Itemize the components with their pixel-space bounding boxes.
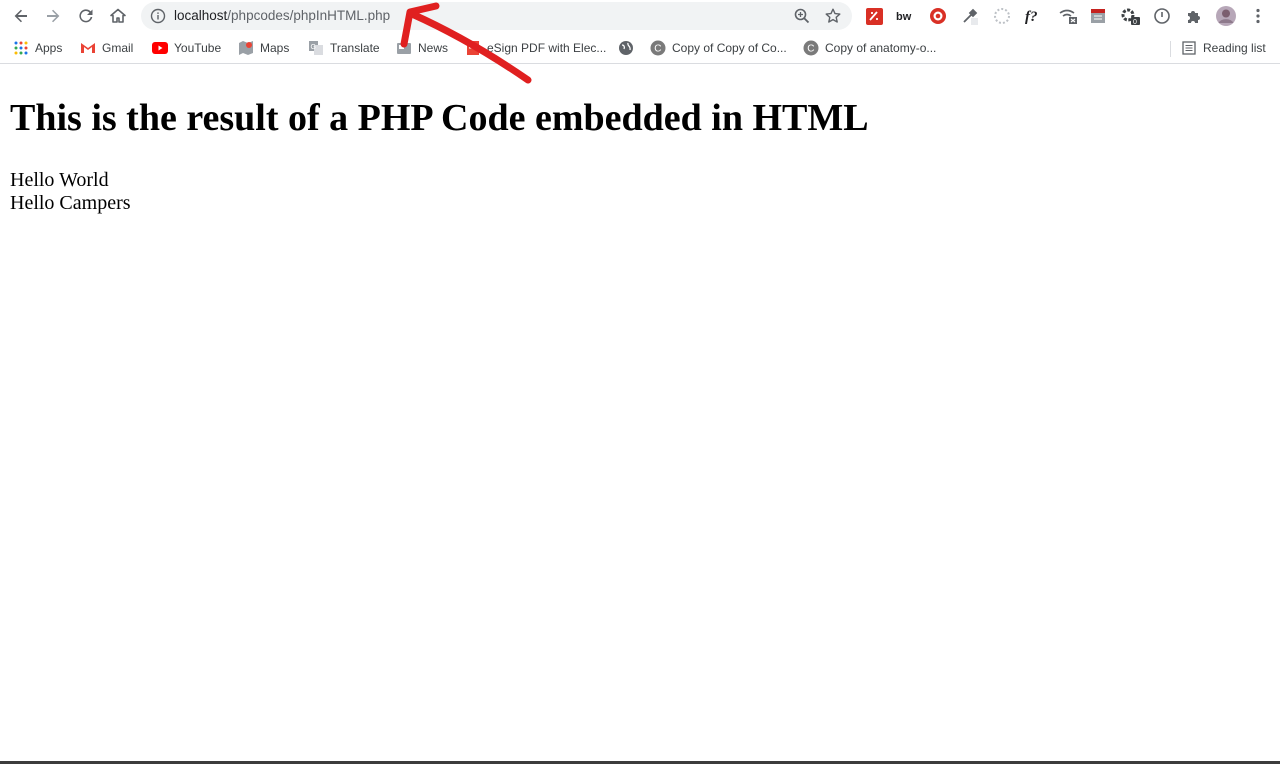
bookmark-gmail[interactable]: Gmail — [80, 40, 133, 56]
svg-text:0: 0 — [1133, 19, 1137, 26]
esign-icon — [465, 40, 481, 56]
reading-list-icon — [1181, 40, 1197, 56]
news-icon — [396, 40, 412, 56]
youtube-icon — [152, 40, 168, 56]
reload-button[interactable] — [74, 4, 98, 28]
extension-gear-badge-icon[interactable]: 0 — [1119, 5, 1141, 27]
bookmarks-bar: Apps Gmail YouTube Maps G Translate News — [0, 33, 1280, 64]
svg-text:f?: f? — [1025, 9, 1038, 25]
gmail-icon — [80, 40, 96, 56]
browser-toolbar: localhost/phpcodes/phpInHTML.php bw f? 0 — [0, 0, 1280, 33]
svg-text:G: G — [311, 44, 316, 51]
home-icon — [110, 8, 126, 23]
bookmark-esign[interactable]: eSign PDF with Elec... — [465, 40, 606, 56]
extension-dotted-circle-icon[interactable] — [991, 5, 1013, 27]
bookmark-label: Maps — [260, 41, 290, 55]
extension-font-icon[interactable]: f? — [1023, 5, 1045, 27]
reading-list-button[interactable]: Reading list — [1181, 40, 1266, 56]
page-heading: This is the result of a PHP Code embedde… — [10, 97, 869, 139]
reload-icon — [79, 9, 93, 23]
bookmark-maps[interactable]: Maps — [238, 40, 289, 56]
zoom-icon[interactable] — [793, 7, 811, 25]
output-line-hello-campers: Hello Campers — [10, 192, 131, 214]
back-button[interactable] — [9, 4, 33, 28]
bookmark-translate[interactable]: G Translate — [308, 40, 380, 56]
maps-icon — [238, 40, 254, 56]
forward-arrow-icon — [47, 9, 60, 23]
home-button[interactable] — [106, 4, 130, 28]
bookmark-news[interactable]: News — [396, 40, 448, 56]
extension-wifi-off-icon[interactable] — [1057, 5, 1079, 27]
canva-icon: C — [650, 40, 666, 56]
forward-button[interactable] — [41, 4, 65, 28]
url-host: localhost — [174, 8, 228, 23]
page-content: This is the result of a PHP Code embedde… — [0, 64, 1280, 764]
bookmark-apps[interactable]: Apps — [13, 40, 62, 56]
bookmark-label: Apps — [35, 41, 63, 55]
browser-menu-button[interactable] — [1247, 5, 1269, 27]
svg-text:bw: bw — [896, 11, 912, 23]
svg-text:C: C — [654, 44, 661, 55]
bookmark-youtube[interactable]: YouTube — [152, 40, 221, 56]
extension-calendar-icon[interactable] — [1087, 5, 1109, 27]
extensions-puzzle-icon[interactable] — [1183, 5, 1205, 27]
canva-icon: C — [803, 40, 819, 56]
bookmark-canva-1[interactable]: C Copy of Copy of Co... — [650, 40, 787, 56]
bookmarks-separator — [1170, 41, 1171, 57]
bookmark-canva-2[interactable]: C Copy of anatomy-o... — [803, 40, 936, 56]
bookmark-label: YouTube — [174, 41, 222, 55]
extension-eyedropper-icon[interactable] — [959, 5, 981, 27]
globe-icon — [618, 40, 634, 56]
bookmark-label: Copy of Copy of Co... — [672, 41, 787, 55]
bookmark-label: Gmail — [102, 41, 134, 55]
svg-text:C: C — [807, 44, 814, 55]
info-icon[interactable] — [150, 8, 166, 24]
bookmark-label: Translate — [330, 41, 380, 55]
back-arrow-icon — [14, 9, 27, 23]
extension-power-icon[interactable] — [1151, 5, 1173, 27]
kebab-menu-icon — [1256, 8, 1260, 24]
url-path: /phpcodes/phpInHTML.php — [227, 8, 391, 23]
reading-list-label: Reading list — [1203, 41, 1266, 55]
bookmark-label: eSign PDF with Elec... — [487, 41, 607, 55]
apps-grid-icon — [13, 40, 29, 56]
extension-eye-icon[interactable] — [927, 5, 949, 27]
extension-red-icon[interactable] — [863, 5, 885, 27]
extension-bw-icon[interactable]: bw — [895, 5, 917, 27]
output-line-hello-world: Hello World — [10, 169, 109, 191]
bookmark-globe[interactable] — [618, 40, 634, 56]
bookmark-label: Copy of anatomy-o... — [825, 41, 937, 55]
address-bar[interactable]: localhost/phpcodes/phpInHTML.php — [141, 2, 852, 30]
translate-icon: G — [308, 40, 324, 56]
url-text[interactable]: localhost/phpcodes/phpInHTML.php — [174, 8, 390, 24]
profile-avatar[interactable] — [1215, 5, 1237, 27]
bookmark-star-icon[interactable] — [824, 7, 842, 25]
bookmark-label: News — [418, 41, 449, 55]
